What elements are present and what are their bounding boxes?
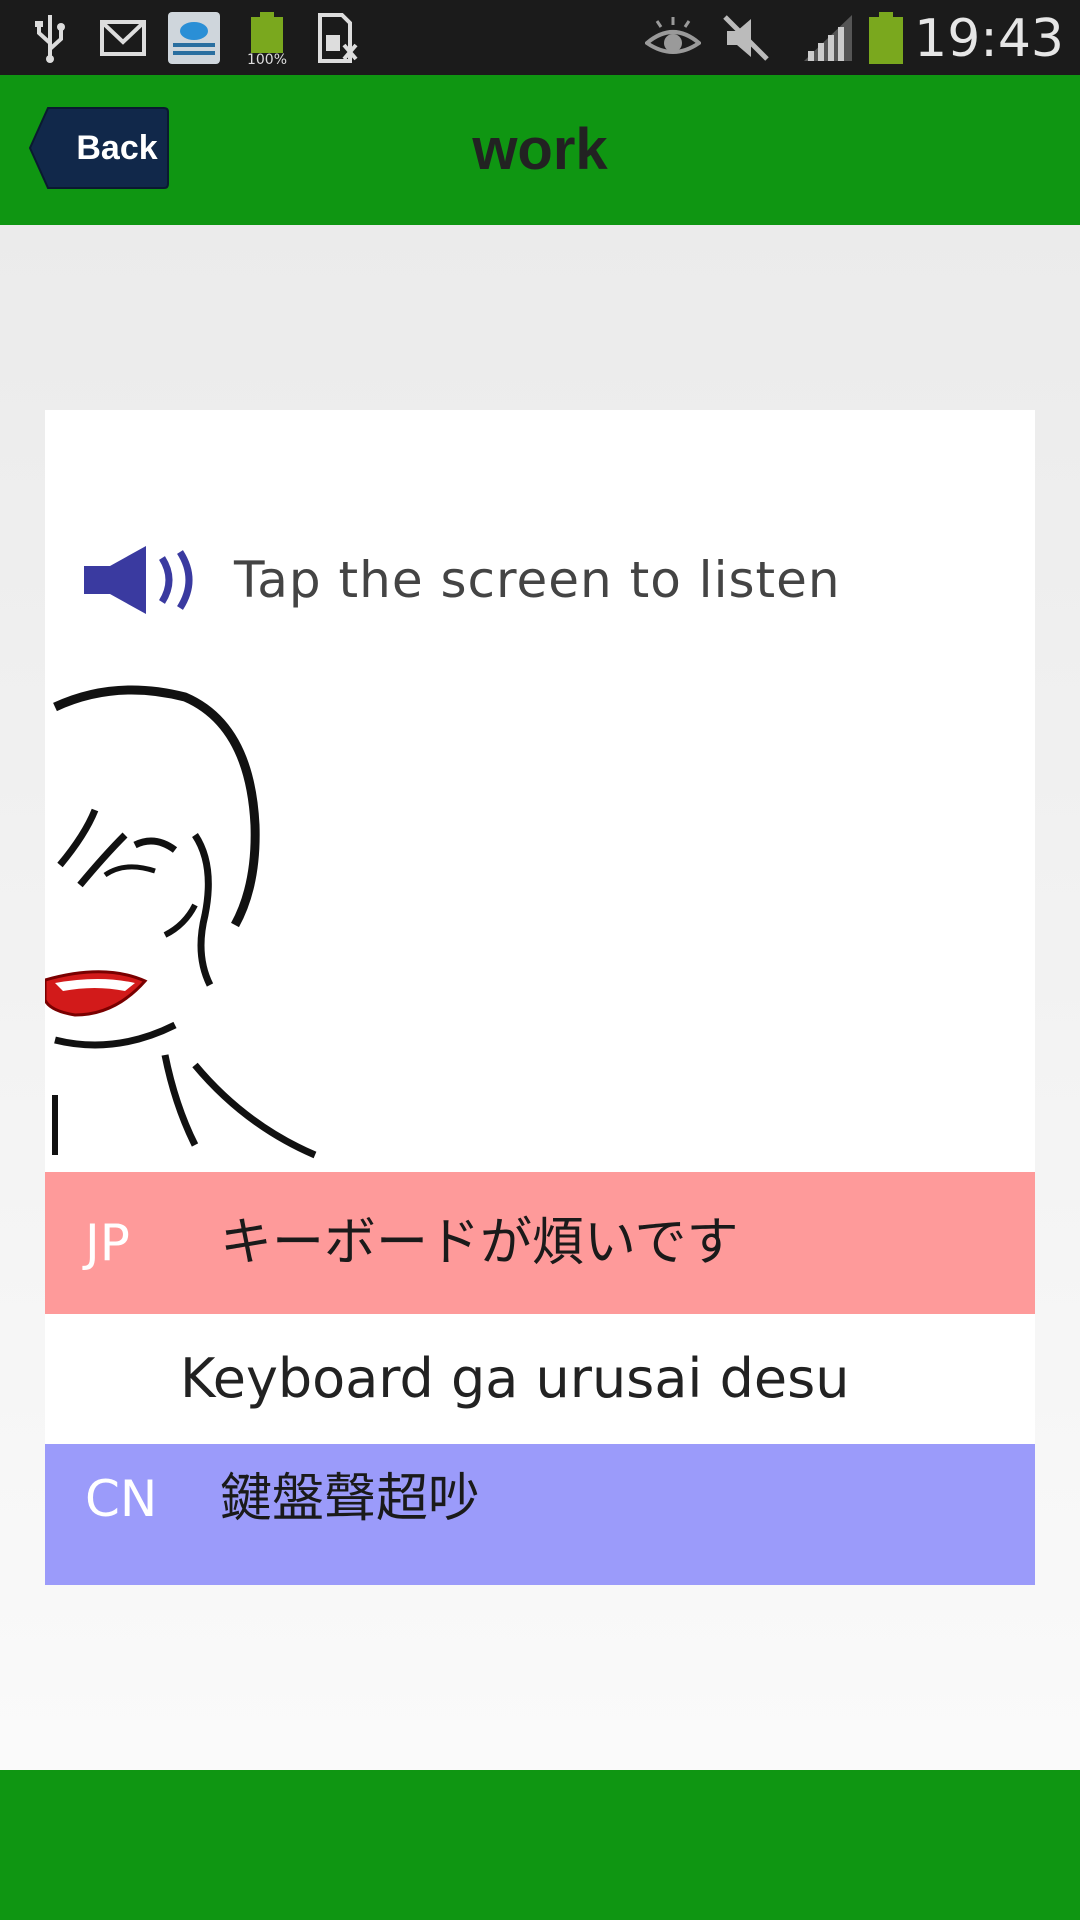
signal-icon	[802, 0, 854, 75]
chinese-row: CN 鍵盤聲超吵	[45, 1444, 1035, 1585]
romaji-phrase: Keyboard ga urusai desu	[180, 1347, 850, 1410]
battery-icon	[866, 0, 906, 75]
usb-icon	[30, 0, 70, 75]
clock: 19:43	[914, 9, 1064, 69]
app-header: work Back	[0, 75, 1080, 225]
sim-missing-icon	[315, 0, 359, 75]
footer-bar	[0, 1770, 1080, 1920]
lang-code-cn: CN	[85, 1470, 158, 1528]
mute-icon	[720, 0, 772, 75]
battery-small-label: 100%	[247, 52, 287, 66]
japanese-phrase: キーボードが煩いです	[220, 1213, 739, 1273]
back-button[interactable]: Back	[28, 106, 170, 190]
chinese-phrase: 鍵盤聲超吵	[220, 1469, 481, 1529]
listen-label: Tap the screen to listen	[234, 551, 841, 609]
phrase-card[interactable]: Tap the screen to listen JP キーボードが煩いです K…	[45, 410, 1035, 1585]
gmail-icon	[98, 0, 148, 75]
speaker-person-illustration	[45, 685, 317, 1159]
cloud-testing-icon	[166, 0, 222, 75]
japanese-row: JP キーボードが煩いです	[45, 1172, 1035, 1314]
back-button-label: Back	[76, 129, 158, 167]
lang-code-jp: JP	[85, 1214, 130, 1272]
tap-to-listen[interactable]: Tap the screen to listen	[80, 530, 841, 630]
romaji-row: Keyboard ga urusai desu	[45, 1314, 1035, 1444]
status-bar: 100% 19:43	[0, 0, 1080, 75]
speaker-icon	[84, 546, 193, 614]
eye-icon	[645, 0, 701, 75]
battery-full-icon: 100%	[245, 0, 289, 75]
